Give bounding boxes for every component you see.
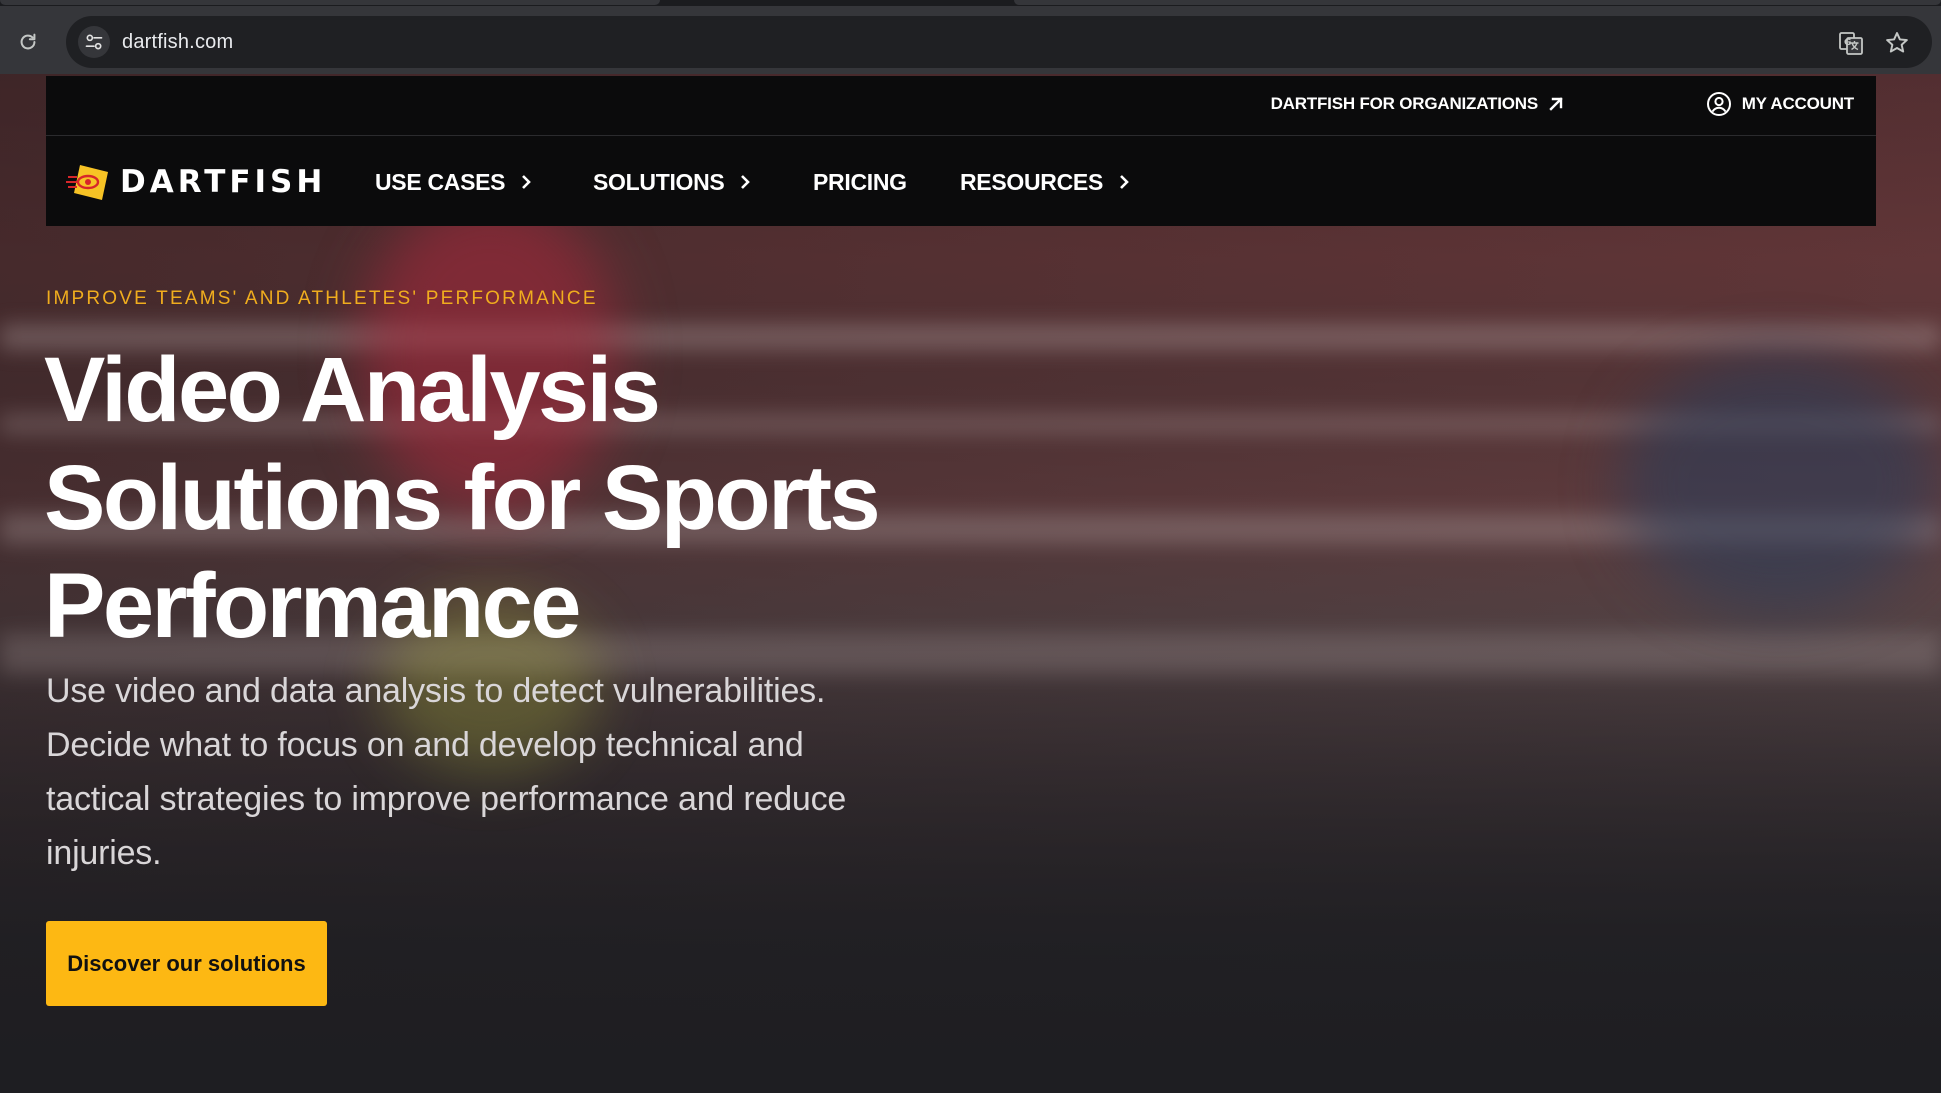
hero-eyebrow: IMPROVE TEAMS' AND ATHLETES' PERFORMANCE [46, 288, 598, 309]
nav-label: PRICING [813, 168, 907, 195]
account-circle-icon [1706, 92, 1731, 116]
site-header: DARTFISH FOR ORGANIZATIONS MY ACCOUNT DA… [46, 76, 1876, 226]
tune-icon[interactable] [78, 26, 110, 58]
svg-text:G: G [1844, 38, 1851, 48]
nav-solutions[interactable]: SOLUTIONS [593, 164, 752, 200]
browser-toolbar: dartfish.com G [0, 6, 1941, 74]
translate-icon[interactable]: G [1836, 28, 1866, 58]
nav-label: USE CASES [375, 168, 506, 195]
utility-bar: DARTFISH FOR ORGANIZATIONS MY ACCOUNT [46, 76, 1876, 136]
star-icon[interactable] [1882, 28, 1912, 58]
dartfish-logo-mark-icon [66, 165, 108, 200]
my-account-label: MY ACCOUNT [1741, 94, 1854, 113]
url-text[interactable]: dartfish.com [122, 31, 233, 54]
hero-title-line: Solutions for Sports [44, 447, 881, 549]
nav-label: RESOURCES [960, 168, 1103, 195]
nav-label: SOLUTIONS [593, 168, 725, 195]
browser-tab[interactable] [0, 0, 660, 5]
address-bar[interactable]: dartfish.com G [66, 16, 1932, 68]
organizations-link[interactable]: DARTFISH FOR ORGANIZATIONS [1271, 94, 1564, 114]
hero-title-line: Performance [44, 555, 581, 657]
main-nav: DARTFISH USE CASES SOLUTIONS PRICING RES… [46, 136, 1876, 226]
external-arrow-icon [1549, 97, 1563, 111]
dartfish-logo[interactable]: DARTFISH [66, 162, 326, 202]
organizations-link-label: DARTFISH FOR ORGANIZATIONS [1270, 94, 1539, 113]
chevron-right-icon [1120, 175, 1129, 189]
logo-wordmark: DARTFISH [120, 164, 327, 200]
hero-title-line: Video Analysis [44, 339, 661, 441]
nav-use-cases[interactable]: USE CASES [375, 164, 533, 200]
hero-subtitle: Use video and data analysis to detect vu… [46, 672, 847, 872]
reload-icon[interactable] [14, 28, 42, 56]
hero-background-blur [1620, 354, 1940, 614]
browser-tab[interactable] [1014, 0, 1941, 5]
nav-pricing[interactable]: PRICING [813, 164, 907, 200]
chevron-right-icon [741, 175, 751, 189]
hero-title: Video Analysis Solutions for Sports Perf… [44, 336, 944, 660]
nav-resources[interactable]: RESOURCES [960, 164, 1131, 200]
my-account-link[interactable]: MY ACCOUNT [1706, 91, 1854, 117]
chevron-right-icon [522, 175, 532, 189]
discover-solutions-button[interactable]: Discover our solutions [46, 921, 327, 1006]
web-page: DARTFISH FOR ORGANIZATIONS MY ACCOUNT DA… [0, 74, 1941, 1093]
